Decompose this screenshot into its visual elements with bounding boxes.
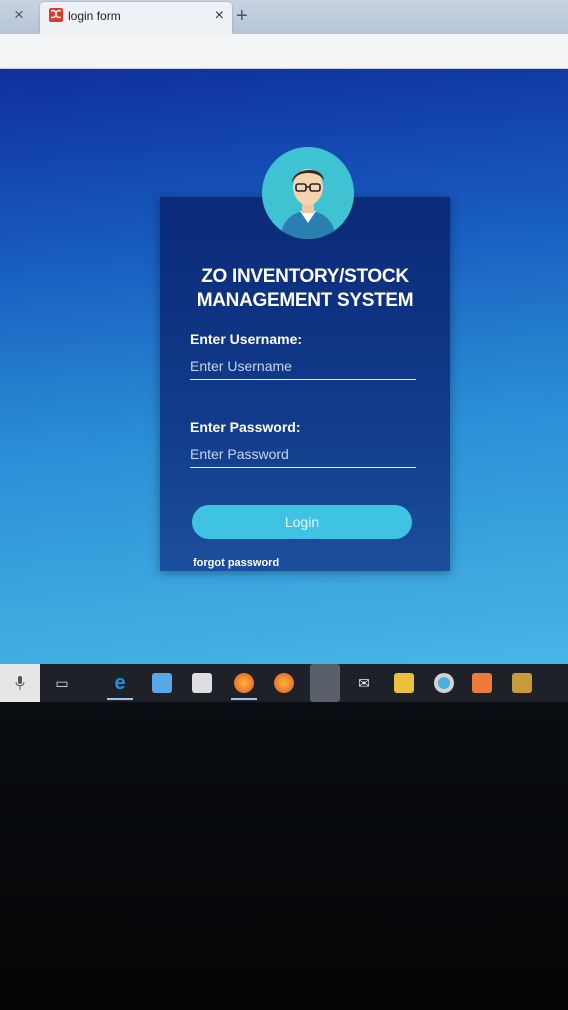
username-input[interactable] (190, 353, 416, 380)
file-explorer-icon[interactable] (152, 673, 172, 693)
task-view-icon[interactable]: ▭ (52, 673, 72, 693)
monitor-bezel (0, 702, 568, 1010)
microphone-icon (15, 676, 25, 690)
search-box[interactable] (0, 664, 40, 702)
app-title-line2: MANAGEMENT SYSTEM (196, 290, 414, 311)
chrome-icon[interactable] (434, 673, 454, 693)
username-label: Enter Username: (190, 331, 303, 347)
tab-close-icon[interactable]: × (215, 7, 224, 25)
windows-taskbar: ▭ e ✉ (0, 664, 568, 702)
tab-title: login form (68, 9, 121, 23)
login-card: ZO INVENTORY/STOCK MANAGEMENT SYSTEM Ent… (160, 197, 450, 571)
tab-login-form[interactable]: ⵋ login form × (40, 2, 232, 34)
browser-tab-bar: × ⵋ login form × + (0, 0, 568, 34)
app-title-line1: ZO INVENTORY/STOCK (201, 266, 409, 287)
forgot-password-link[interactable]: forgot password (193, 557, 279, 569)
store-icon[interactable] (192, 673, 212, 693)
opera-icon[interactable] (310, 664, 340, 702)
inactive-tab-close-icon[interactable]: × (14, 5, 24, 25)
app-title: ZO INVENTORY/STOCK MANAGEMENT SYSTEM (160, 265, 450, 313)
firefox-icon-2[interactable] (274, 673, 294, 693)
edge-active-indicator (107, 698, 133, 700)
user-avatar-icon (262, 147, 354, 239)
mail-icon[interactable]: ✉ (354, 673, 374, 693)
edge-icon[interactable]: e (110, 673, 130, 693)
password-label: Enter Password: (190, 419, 301, 435)
address-bar[interactable] (0, 34, 568, 69)
new-tab-button[interactable]: + (236, 5, 248, 28)
page-viewport: ZO INVENTORY/STOCK MANAGEMENT SYSTEM Ent… (0, 69, 568, 664)
firefox-icon[interactable] (234, 673, 254, 693)
xampp-icon[interactable] (472, 673, 492, 693)
firefox-active-indicator (231, 698, 257, 700)
app-icon[interactable] (512, 673, 532, 693)
xampp-favicon-icon: ⵋ (49, 8, 63, 22)
password-input[interactable] (190, 441, 416, 468)
login-button[interactable]: Login (192, 505, 412, 539)
sticky-notes-icon[interactable] (394, 673, 414, 693)
